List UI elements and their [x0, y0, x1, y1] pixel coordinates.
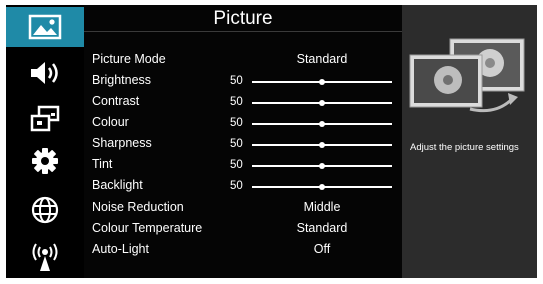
settings-icon [32, 148, 58, 174]
menu-row-colour-temperature[interactable]: Colour Temperature Standard [84, 218, 402, 239]
source-icon [30, 105, 60, 132]
menu-row-noise-reduction[interactable]: Noise Reduction Middle [84, 197, 402, 218]
menu-row-colour[interactable]: Colour 50 [84, 112, 402, 133]
slider-track[interactable] [252, 163, 392, 169]
slider-knob[interactable] [319, 100, 325, 106]
menu-row-value: Standard [296, 52, 348, 66]
menu-row-sharpness[interactable]: Sharpness 50 [84, 133, 402, 154]
menu-row-value: Standard [296, 221, 348, 235]
wireless-icon [32, 243, 58, 271]
menu-row-label: Auto-Light [92, 242, 149, 256]
sidebar-item-picture[interactable] [6, 7, 84, 47]
slider-value: 50 [230, 138, 243, 150]
menu-title: Picture [213, 8, 273, 29]
title-divider [84, 31, 402, 32]
picture-icon [28, 14, 62, 40]
slider-value: 50 [230, 75, 243, 87]
menu-row-label: Sharpness [92, 136, 152, 150]
slider-value: 50 [230, 159, 243, 171]
menu-row-label: Noise Reduction [92, 200, 184, 214]
menu-row-label: Backlight [92, 178, 143, 192]
network-icon [31, 196, 59, 224]
menu-row-auto-light[interactable]: Auto-Light Off [84, 239, 402, 260]
menu-row-contrast[interactable]: Contrast 50 [84, 91, 402, 112]
slider-knob[interactable] [319, 163, 325, 169]
slider-value: 50 [230, 180, 243, 192]
menu-row-value: Off [313, 242, 331, 256]
slider-track[interactable] [252, 142, 392, 148]
sidebar-item-wireless[interactable] [6, 237, 84, 277]
menu-row-label: Brightness [92, 73, 152, 87]
menu-row-label: Picture Mode [92, 52, 166, 66]
menu-row-tint[interactable]: Tint 50 [84, 154, 402, 175]
slider-knob[interactable] [319, 184, 325, 190]
menu-row-label: Tint [92, 157, 113, 171]
slider-value: 50 [230, 96, 243, 108]
slider-knob[interactable] [319, 142, 325, 148]
menu-row-brightness[interactable]: Brightness 50 [84, 70, 402, 91]
sidebar-item-source[interactable] [6, 99, 84, 139]
slider-track[interactable] [252, 121, 392, 127]
sidebar-item-settings[interactable] [6, 141, 84, 181]
menu-row-backlight[interactable]: Backlight 50 [84, 175, 402, 196]
sidebar [6, 5, 84, 278]
tv-menu-screen: Picture Picture Mode Standard Brightness… [6, 5, 537, 278]
menu-row-picture-mode[interactable]: Picture Mode Standard [84, 49, 402, 70]
sidebar-item-sound[interactable] [6, 53, 84, 93]
picture-illustration [409, 38, 525, 113]
menu-row-label: Colour Temperature [92, 221, 203, 235]
sidebar-item-network[interactable] [6, 190, 84, 230]
slider-value: 50 [230, 117, 243, 129]
menu-row-label: Contrast [92, 94, 140, 108]
slider-knob[interactable] [319, 121, 325, 127]
info-description: Adjust the picture settings [410, 142, 519, 153]
picture-menu: Picture Picture Mode Standard Brightness… [84, 5, 402, 278]
slider-track[interactable] [252, 79, 392, 85]
slider-track[interactable] [252, 100, 392, 106]
menu-row-label: Colour [92, 115, 129, 129]
slider-knob[interactable] [319, 79, 325, 85]
slider-track[interactable] [252, 184, 392, 190]
sound-icon [31, 62, 58, 84]
info-panel: Adjust the picture settings [402, 5, 537, 278]
menu-row-value: Middle [303, 200, 341, 214]
